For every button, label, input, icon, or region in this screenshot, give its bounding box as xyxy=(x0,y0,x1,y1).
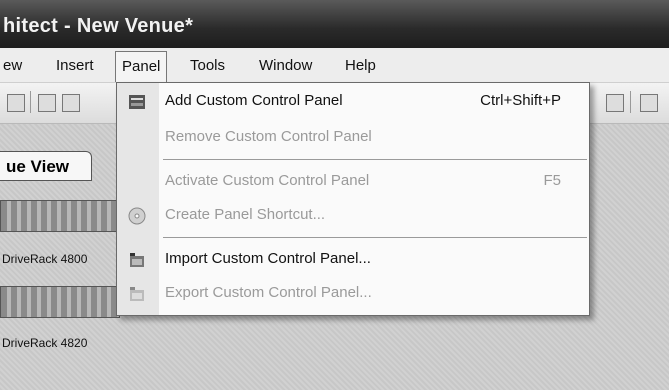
menu-item-remove-custom-control-panel[interactable]: Remove Custom Control Panel xyxy=(117,121,589,153)
toolbar-align-icon[interactable] xyxy=(38,94,56,112)
toolbar-grid-icon[interactable] xyxy=(7,94,25,112)
export-icon xyxy=(128,283,146,301)
tab-venue-view[interactable]: ue View xyxy=(0,151,92,181)
cd-icon xyxy=(128,205,146,225)
menu-panel[interactable]: Panel xyxy=(115,51,168,82)
menu-insert[interactable]: Insert xyxy=(56,55,94,77)
toolbar-view-icon[interactable] xyxy=(640,94,658,112)
window-title: hitect - New Venue* xyxy=(3,15,194,37)
toolbar-arrange-icon[interactable] xyxy=(606,94,624,112)
menu-window[interactable]: Window xyxy=(259,55,312,77)
menu-separator xyxy=(163,237,587,238)
toolbar-separator xyxy=(30,91,31,113)
import-icon xyxy=(128,249,146,267)
menu-separator xyxy=(163,159,587,160)
window-title-bar: hitect - New Venue* xyxy=(0,0,669,48)
panel-icon xyxy=(128,91,146,109)
menu-item-create-panel-shortcut[interactable]: Create Panel Shortcut... xyxy=(117,199,589,231)
toolbar-distribute-icon[interactable] xyxy=(62,94,80,112)
panel-menu-dropdown: Add Custom Control Panel Ctrl+Shift+P Re… xyxy=(116,82,590,316)
menu-help[interactable]: Help xyxy=(345,55,376,77)
device-drive-rack-4820[interactable] xyxy=(0,286,120,318)
device-drive-rack-4800[interactable] xyxy=(0,200,120,232)
toolbar-separator xyxy=(630,91,631,113)
menu-bar: ew Insert Panel Tools Window Help xyxy=(0,48,669,83)
menu-tools[interactable]: Tools xyxy=(190,55,225,77)
device-label: DriveRack 4820 xyxy=(2,336,88,350)
menu-view[interactable]: ew xyxy=(3,55,22,77)
device-label: DriveRack 4800 xyxy=(2,252,88,266)
menu-item-export-custom-control-panel[interactable]: Export Custom Control Panel... xyxy=(117,277,589,309)
menu-item-add-custom-control-panel[interactable]: Add Custom Control Panel Ctrl+Shift+P xyxy=(117,85,589,117)
menu-item-import-custom-control-panel[interactable]: Import Custom Control Panel... xyxy=(117,243,589,275)
menu-item-activate-custom-control-panel[interactable]: Activate Custom Control Panel F5 xyxy=(117,165,589,197)
